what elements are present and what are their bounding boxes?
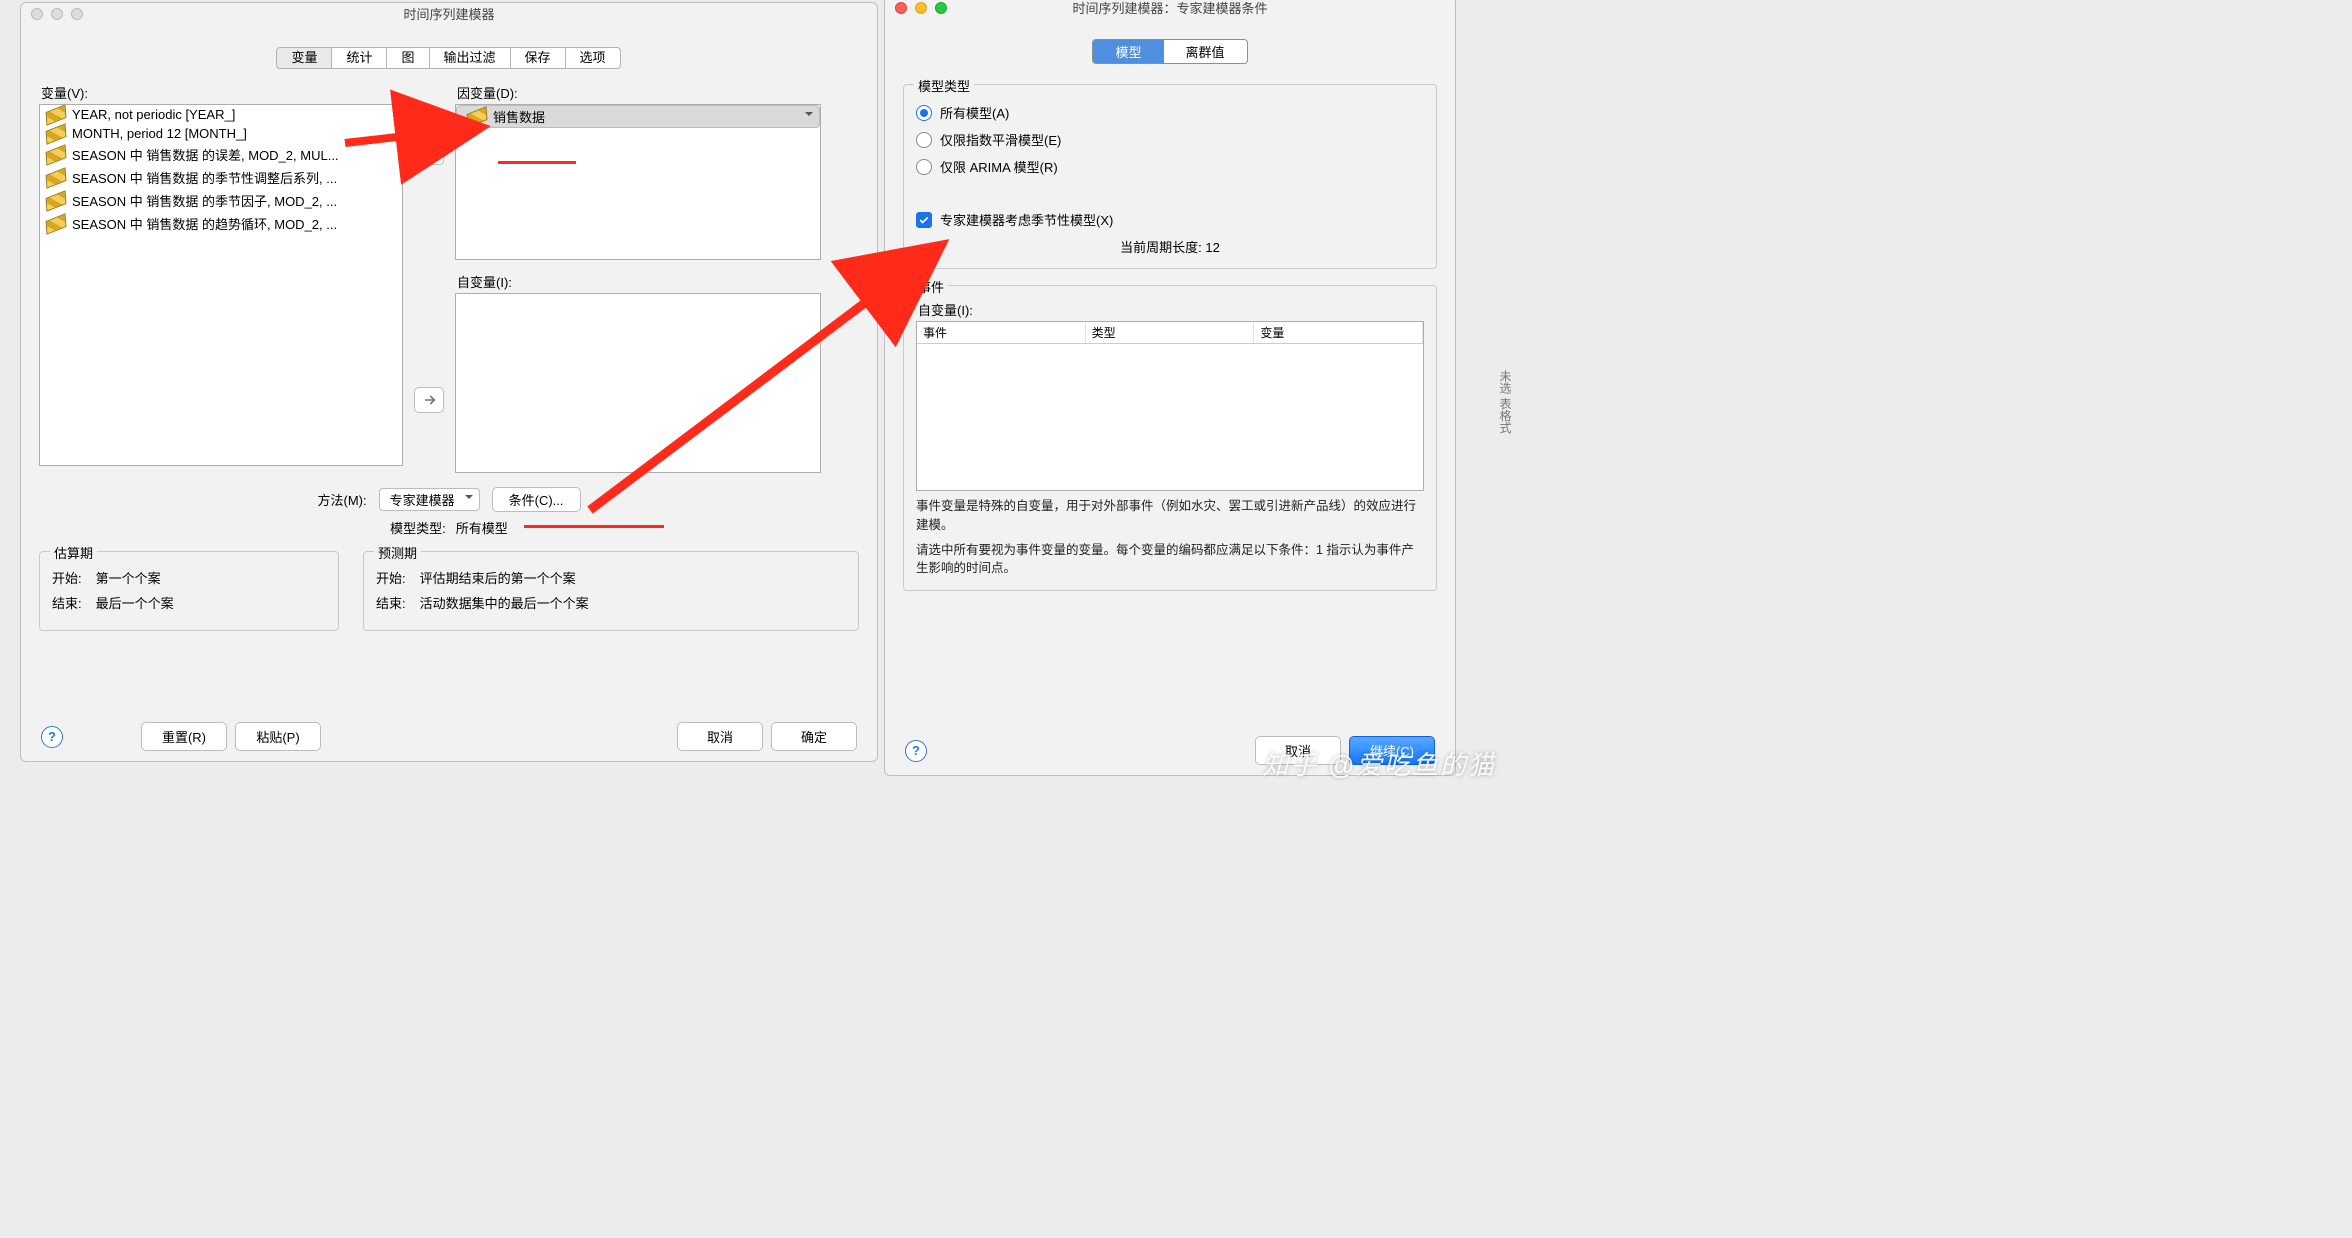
events-note: 请选中所有要视为事件变量的变量。每个变量的编码都应满足以下条件：1 指示认为事件… — [916, 541, 1424, 579]
radio-icon — [916, 132, 932, 148]
ruler-icon — [46, 167, 67, 189]
minimize-icon[interactable] — [51, 8, 63, 20]
window-title: 时间序列建模器：专家建模器条件 — [1072, 1, 1267, 16]
annotation-arrow-icon — [590, 240, 950, 520]
tab-stats[interactable]: 统计 — [331, 47, 387, 69]
close-icon[interactable] — [31, 8, 43, 20]
list-item[interactable]: SEASON 中 销售数据 的误差, MOD_2, MUL... — [72, 145, 339, 164]
radio-all-models[interactable]: 所有模型(A) — [916, 103, 1424, 122]
model-type-value: 所有模型 — [456, 518, 508, 537]
zoom-icon[interactable] — [71, 8, 83, 20]
ruler-icon — [46, 213, 67, 235]
events-table[interactable]: 事件 类型 变量 — [916, 321, 1424, 491]
titlebar: 时间序列建模器：专家建模器条件 — [885, 0, 1455, 21]
dialog-expert-modeler-criteria: 时间序列建模器：专家建模器条件 模型 离群值 模型类型 所有模型(A) 仅限指数… — [884, 0, 1456, 776]
cancel-button[interactable]: 取消 — [677, 722, 763, 751]
list-item[interactable]: 销售数据 — [493, 107, 545, 126]
checkbox-seasonal[interactable]: 专家建模器考虑季节性模型(X) — [916, 210, 1424, 229]
list-item[interactable]: SEASON 中 销售数据 的季节因子, MOD_2, ... — [72, 191, 337, 210]
tab-save[interactable]: 保存 — [510, 47, 566, 69]
ruler-icon — [46, 190, 67, 212]
tab-variables[interactable]: 变量 — [276, 47, 332, 69]
variables-label: 变量(V): — [41, 83, 403, 102]
criteria-button[interactable]: 条件(C)... — [492, 487, 581, 512]
reset-button[interactable]: 重置(R) — [141, 722, 227, 751]
events-iv-label: 自变量(I): — [918, 300, 1424, 319]
fcst-end-label: 结束: — [376, 593, 406, 612]
method-select[interactable]: 专家建模器 — [379, 488, 480, 511]
radio-icon — [916, 105, 932, 121]
radio-exp-smoothing[interactable]: 仅限指数平滑模型(E) — [916, 130, 1424, 149]
ruler-icon — [46, 123, 67, 145]
fcst-end-value: 活动数据集中的最后一个个案 — [420, 593, 589, 612]
dependent-list[interactable]: 销售数据 — [455, 104, 821, 260]
annotation-arrow-icon — [345, 118, 495, 168]
list-item[interactable]: YEAR, not periodic [YEAR_] — [72, 107, 235, 122]
period-value: 12 — [1205, 240, 1219, 255]
radio-arima[interactable]: 仅限 ARIMA 模型(R) — [916, 157, 1424, 176]
watermark: 知乎 @爱吃鱼的猫 — [1262, 745, 1496, 782]
paste-button[interactable]: 粘贴(P) — [235, 722, 321, 751]
clipped-text: 未选 表格式 — [1497, 370, 1514, 433]
tab-outliers[interactable]: 离群值 — [1164, 40, 1247, 63]
tab-plot[interactable]: 图 — [386, 47, 429, 69]
list-item[interactable]: MONTH, period 12 [MONTH_] — [72, 126, 247, 141]
est-start-value: 第一个个案 — [96, 568, 161, 587]
annotation-underline — [524, 525, 664, 528]
ok-button[interactable]: 确定 — [771, 722, 857, 751]
col-type: 类型 — [1086, 322, 1255, 343]
list-item[interactable]: SEASON 中 销售数据 的季节性调整后系列, ... — [72, 168, 337, 187]
radio-icon — [916, 159, 932, 175]
method-label: 方法(M): — [317, 490, 366, 509]
fcst-start-value: 评估期结束后的第一个个案 — [420, 568, 576, 587]
col-variable: 变量 — [1254, 322, 1423, 343]
model-type-legend: 模型类型 — [914, 76, 974, 95]
close-icon[interactable] — [895, 2, 907, 14]
tab-output-filter[interactable]: 输出过滤 — [429, 47, 511, 69]
ruler-icon — [46, 104, 67, 125]
estimation-legend: 估算期 — [50, 543, 97, 562]
est-start-label: 开始: — [52, 568, 82, 587]
ruler-icon — [46, 144, 67, 166]
zoom-icon[interactable] — [935, 2, 947, 14]
est-end-label: 结束: — [52, 593, 82, 612]
window-title: 时间序列建模器 — [403, 7, 494, 22]
checkbox-icon — [916, 212, 932, 228]
criteria-tabs: 模型 离群值 — [1092, 39, 1247, 64]
main-tabs: 变量 统计 图 输出过滤 保存 选项 — [21, 47, 877, 69]
help-button[interactable]: ? — [905, 740, 927, 762]
forecast-legend: 预测期 — [374, 543, 421, 562]
events-note: 事件变量是特殊的自变量，用于对外部事件（例如水灾、罢工或引进新产品线）的效应进行… — [916, 497, 1424, 535]
minimize-icon[interactable] — [915, 2, 927, 14]
help-button[interactable]: ? — [41, 726, 63, 748]
list-item[interactable]: SEASON 中 销售数据 的趋势循环, MOD_2, ... — [72, 214, 337, 233]
annotation-underline — [498, 161, 576, 164]
est-end-value: 最后一个个案 — [96, 593, 174, 612]
model-type-label: 模型类型: — [390, 518, 446, 537]
titlebar: 时间序列建模器 — [21, 3, 877, 27]
dependent-label: 因变量(D): — [457, 83, 821, 102]
fcst-start-label: 开始: — [376, 568, 406, 587]
tab-options[interactable]: 选项 — [565, 47, 621, 69]
tab-model[interactable]: 模型 — [1093, 40, 1163, 63]
move-to-independent-button[interactable] — [414, 387, 444, 413]
period-label: 当前周期长度: — [1120, 240, 1202, 255]
